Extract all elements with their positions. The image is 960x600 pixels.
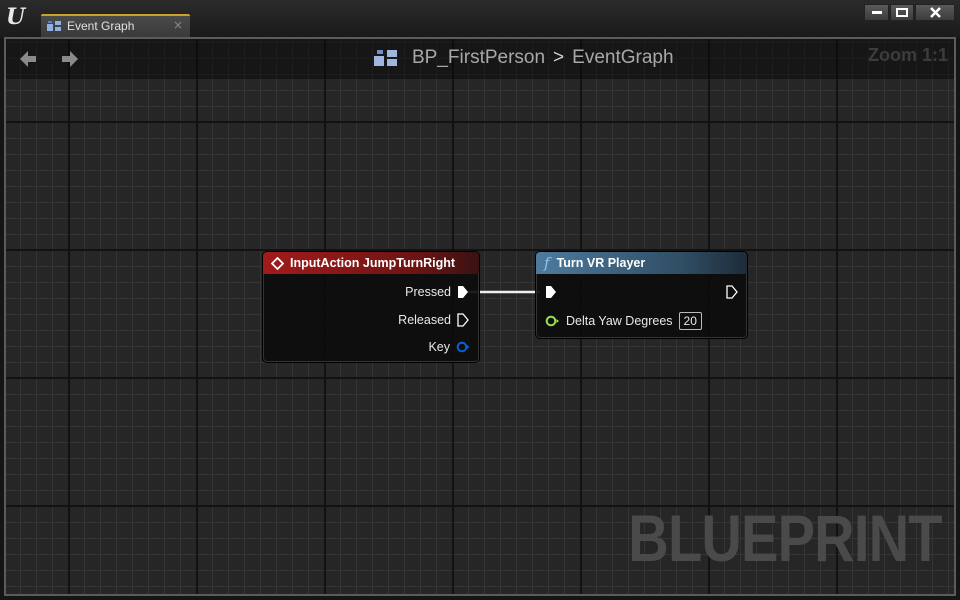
node-title: InputAction JumpTurnRight: [290, 256, 456, 270]
tab-event-graph[interactable]: Event Graph ×: [41, 14, 190, 37]
maximize-button[interactable]: [890, 4, 914, 21]
tab-close-icon[interactable]: ×: [173, 18, 183, 32]
node-header: f Turn VR Player: [536, 252, 747, 274]
pin-label: Key: [428, 340, 450, 354]
close-icon: [929, 7, 941, 18]
node-inputaction-jumpturnright[interactable]: InputAction JumpTurnRight Pressed Releas…: [262, 251, 480, 363]
exec-pin-filled-icon[interactable]: [457, 285, 469, 299]
graph-icon: [47, 21, 61, 31]
pin-delta-yaw-degrees[interactable]: Delta Yaw Degrees 20: [545, 312, 702, 330]
exec-pin-empty-icon[interactable]: [457, 313, 469, 327]
graph-canvas[interactable]: BP_FirstPerson > EventGraph Zoom 1:1 BLU…: [4, 37, 956, 596]
event-diamond-icon: [271, 256, 284, 270]
maximize-icon: [896, 8, 908, 17]
pin-label: Pressed: [405, 285, 451, 299]
pin-key[interactable]: Key: [428, 340, 470, 354]
minimize-button[interactable]: [864, 4, 889, 21]
node-header: InputAction JumpTurnRight: [263, 252, 479, 274]
pin-label: Released: [398, 313, 451, 327]
pin-label: Delta Yaw Degrees: [566, 314, 673, 328]
exec-pin-filled-icon[interactable]: [545, 285, 557, 299]
node-title: Turn VR Player: [556, 256, 646, 270]
window-controls: [864, 4, 955, 21]
pin-exec-out[interactable]: [726, 285, 738, 299]
pin-exec-in[interactable]: [545, 285, 557, 299]
title-bar: U Event Graph ×: [0, 0, 960, 38]
close-button[interactable]: [915, 4, 955, 21]
struct-pin-icon[interactable]: [456, 341, 470, 353]
function-icon: f: [544, 254, 550, 272]
tab-label: Event Graph: [67, 19, 135, 33]
node-turn-vr-player[interactable]: f Turn VR Player Delta Yaw Degrees 20: [535, 251, 748, 339]
exec-pin-empty-icon[interactable]: [726, 285, 738, 299]
float-pin-icon[interactable]: [545, 315, 560, 327]
connection-wire: [468, 290, 540, 294]
unreal-logo-icon: U: [6, 4, 26, 30]
delta-yaw-input[interactable]: 20: [678, 312, 702, 330]
pin-pressed[interactable]: Pressed: [405, 285, 469, 299]
minimize-icon: [871, 10, 882, 14]
pin-released[interactable]: Released: [398, 313, 469, 327]
